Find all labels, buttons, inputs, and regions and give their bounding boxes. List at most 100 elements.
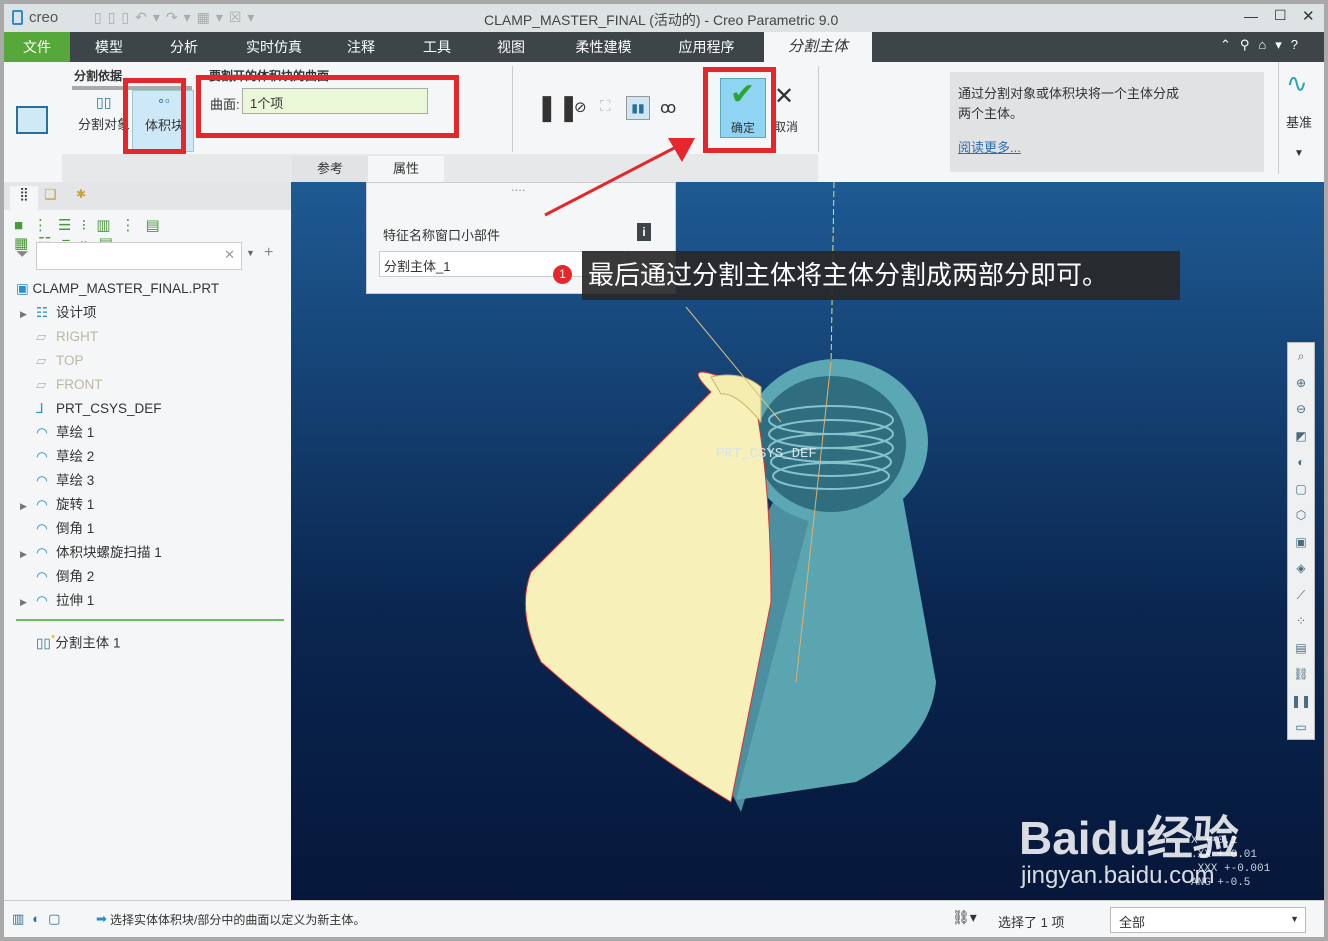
- tab-flexible-modeling[interactable]: 柔性建模: [556, 32, 651, 62]
- tree-item[interactable]: ▶ ☷ 设计项: [20, 302, 97, 324]
- tree-item-label: 设计项: [56, 305, 97, 320]
- filter-icon[interactable]: ⏷: [16, 246, 29, 264]
- status-bar: ▥◐▢ ➡ 选择实体体积块/部分中的曲面以定义为新主体。 ⛓▾ 选择了 1 项 …: [4, 900, 1324, 937]
- preview-icon[interactable]: ⛶: [600, 98, 611, 115]
- info-icon[interactable]: i: [637, 223, 651, 241]
- tree-item[interactable]: ◠ 草绘 3: [20, 470, 94, 492]
- glasses-icon[interactable]: ꝏ: [660, 98, 676, 118]
- filter-dropdown[interactable]: 全部 ▼: [1110, 907, 1306, 933]
- verify-icon[interactable]: ▮▮: [626, 96, 650, 120]
- datum-dropdown-icon[interactable]: ▼: [1294, 148, 1304, 159]
- tab-tools[interactable]: 工具: [402, 32, 472, 62]
- datum-icon[interactable]: ∿: [1286, 68, 1308, 99]
- expand-arrow-icon[interactable]: ▶: [20, 543, 36, 565]
- feature-icon: ◠: [36, 497, 48, 512]
- message-arrow-icon: ➡: [96, 911, 107, 926]
- subtab-properties[interactable]: 属性: [368, 156, 444, 182]
- tree-item-label: 体积块螺旋扫描 1: [56, 545, 162, 560]
- tree-item-label: 草绘 2: [56, 449, 95, 464]
- help-text: 两个主体。: [958, 106, 1024, 121]
- favorites-tab-icon[interactable]: ✱: [76, 187, 86, 201]
- tab-applications[interactable]: 应用程序: [659, 32, 754, 62]
- tree-item-label: 草绘 1: [56, 425, 95, 440]
- split-body-icon: [16, 106, 48, 134]
- annotation-arrow: [544, 138, 695, 217]
- tab-view[interactable]: 视图: [476, 32, 546, 62]
- quick-access-toolbar[interactable]: ▯▯▯↶▾↷▾▦▾☒▾: [94, 9, 260, 26]
- add-filter-icon[interactable]: +: [264, 244, 273, 262]
- maximize-button[interactable]: ☐: [1274, 7, 1287, 24]
- tab-simulation[interactable]: 实时仿真: [229, 32, 319, 62]
- help-panel: 通过分割对象或体积块将一个主体分成 两个主体。 阅读更多...: [950, 72, 1264, 172]
- folder-browser-tab-icon[interactable]: ❏: [44, 186, 57, 203]
- tab-file[interactable]: 文件: [4, 32, 70, 62]
- insert-indicator[interactable]: [16, 619, 284, 621]
- highlight-ok-button: [703, 67, 776, 153]
- app-logo: creo: [29, 9, 59, 26]
- highlight-surface-collector: [196, 75, 459, 138]
- part-icon: ▣: [16, 281, 29, 296]
- tab-split-body[interactable]: 分割主体: [764, 32, 872, 62]
- tree-item[interactable]: ⅃ PRT_CSYS_DEF: [20, 398, 162, 420]
- feature-icon: ◠: [36, 425, 48, 440]
- window-title: CLAMP_MASTER_FINAL (活动的) - Creo Parametr…: [484, 12, 839, 28]
- tree-item[interactable]: ◠ 草绘 1: [20, 422, 94, 444]
- split-object-button[interactable]: ▯▯ 分割对象: [74, 92, 130, 152]
- tab-analysis[interactable]: 分析: [149, 32, 219, 62]
- tree-item[interactable]: ▶ ◠ 体积块螺旋扫描 1: [20, 542, 162, 564]
- tree-root-label: CLAMP_MASTER_FINAL.PRT: [32, 281, 220, 296]
- tree-item-split-body[interactable]: ▯▯*分割主体 1: [36, 628, 121, 651]
- cancel-label: 取消: [774, 120, 799, 134]
- feature-icon: ◠: [36, 569, 48, 584]
- model-tree-panel: ⣿ ❏ ✱ ■⋮☰⁝▥⋮▤ ▦☷≡»▤ ⏷ ✕ ▼ + ▣ CLAMP_MAST…: [4, 182, 291, 900]
- tree-item[interactable]: ▶ ◠ 拉伸 1: [20, 590, 94, 612]
- tree-search-input[interactable]: ✕: [36, 242, 242, 270]
- model-tree-tab-icon[interactable]: ⣿: [10, 186, 38, 210]
- status-message: 选择实体体积块/部分中的曲面以定义为新主体。: [110, 913, 366, 927]
- view-toolbar[interactable]: ⌕ ⊕ ⊖ ◩ ◐ ▢ ⬡ ▣ ◈ ⟋ ⁘ ▤ ⛓ ❚❚ ▭: [1287, 342, 1315, 740]
- tree-item[interactable]: ◠ 倒角 1: [20, 518, 94, 540]
- tree-item[interactable]: ▱ TOP: [20, 350, 84, 372]
- tree-item[interactable]: ▶ ◠ 旋转 1: [20, 494, 94, 516]
- tree-item[interactable]: ▱ RIGHT: [20, 326, 98, 348]
- status-icons[interactable]: ▥◐▢: [12, 911, 68, 927]
- feature-name-label: 特征名称窗口小部件: [383, 228, 501, 243]
- expand-arrow-icon[interactable]: ▶: [20, 591, 36, 613]
- feature-icon: ⅃: [36, 401, 44, 416]
- tree-item-label: RIGHT: [56, 329, 98, 344]
- split-body-icon: ▯▯: [36, 635, 51, 651]
- close-button[interactable]: ✕: [1302, 7, 1315, 25]
- feature-icon: ◠: [36, 473, 48, 488]
- minimize-button[interactable]: —: [1244, 8, 1258, 24]
- expand-arrow-icon[interactable]: ▶: [20, 495, 36, 517]
- search-dropdown-icon[interactable]: ▼: [246, 248, 255, 258]
- subtab-references[interactable]: 参考: [292, 156, 368, 182]
- csys-label: PRT_CSYS_DEF: [716, 446, 817, 462]
- expand-arrow-icon[interactable]: ▶: [20, 303, 36, 325]
- datum-label[interactable]: 基准: [1286, 112, 1312, 131]
- title-bar: creo ▯▯▯↶▾↷▾▦▾☒▾ CLAMP_MASTER_FINAL (活动的…: [4, 4, 1324, 32]
- tab-model[interactable]: 模型: [74, 32, 144, 62]
- clear-search-icon[interactable]: ✕: [224, 247, 235, 263]
- feature-icon: ◠: [36, 449, 48, 464]
- feature-icon: ◠: [36, 545, 48, 560]
- filter-value: 全部: [1119, 915, 1146, 930]
- feature-icon: ▱: [36, 329, 47, 344]
- tree-root[interactable]: ▣ CLAMP_MASTER_FINAL.PRT: [16, 278, 219, 300]
- feature-icon: ▱: [36, 353, 47, 368]
- annotation-callout: 最后通过分割主体将主体分割成两部分即可。: [582, 251, 1180, 300]
- tab-annotate[interactable]: 注释: [326, 32, 396, 62]
- no-preview-icon[interactable]: ⊘: [574, 98, 587, 116]
- tree-item-label: TOP: [56, 353, 84, 368]
- read-more-link[interactable]: 阅读更多...: [958, 138, 1256, 158]
- tree-item-label: 旋转 1: [56, 497, 95, 512]
- feature-icon: ▱: [36, 377, 47, 392]
- tree-item[interactable]: ◠ 草绘 2: [20, 446, 94, 468]
- cancel-x-icon: ✕: [774, 83, 795, 110]
- selection-filter-icon[interactable]: ⛓▾: [952, 909, 977, 926]
- annotation-number-badge: 1: [553, 265, 572, 284]
- ribbon-controls[interactable]: ⌃⚲⌂▾?: [1220, 37, 1307, 53]
- ribbon-tabs: 文件 模型 分析 实时仿真 注释 工具 视图 柔性建模 应用程序 分割主体 ⌃⚲…: [4, 32, 1324, 62]
- tree-item[interactable]: ◠ 倒角 2: [20, 566, 94, 588]
- tree-item[interactable]: ▱ FRONT: [20, 374, 103, 396]
